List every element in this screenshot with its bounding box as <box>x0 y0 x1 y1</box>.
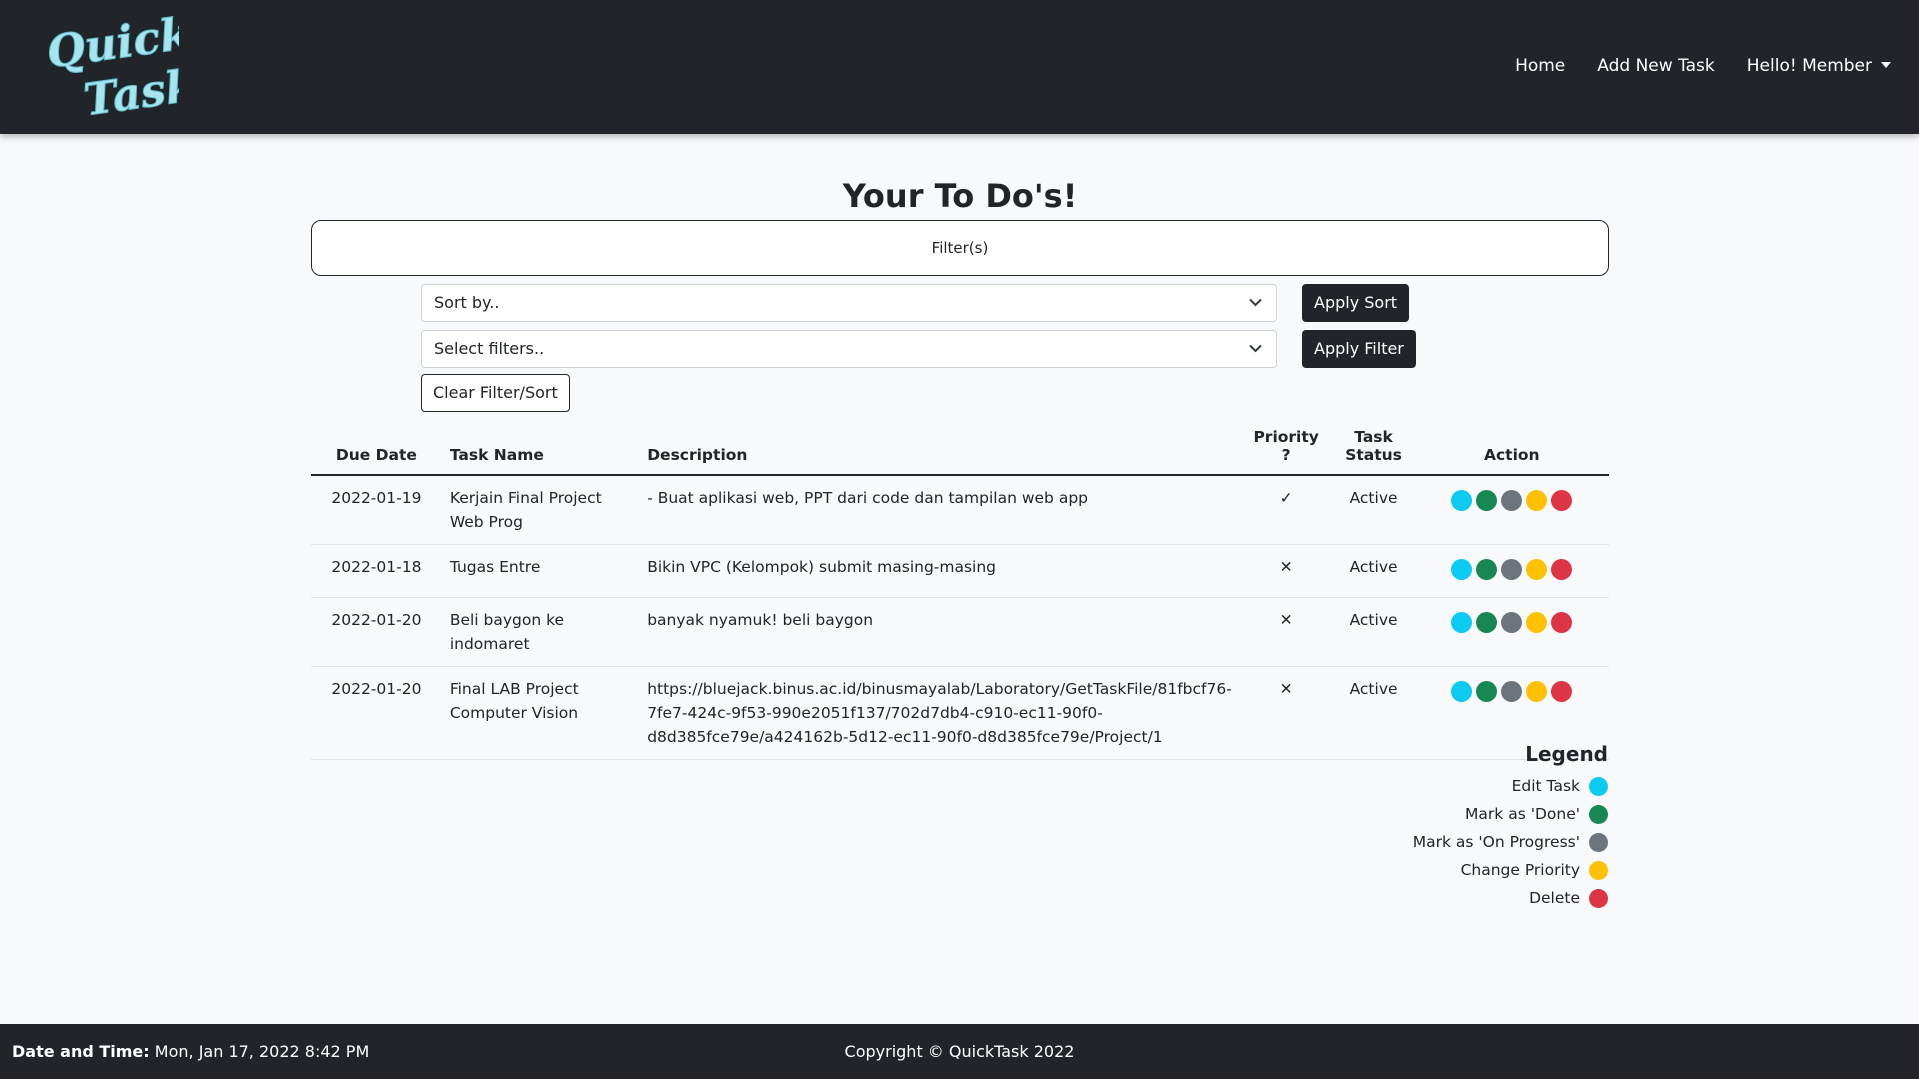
description-cell: - Buat aplikasi web, PPT dari code dan t… <box>639 475 1240 545</box>
legend-color-swatch <box>1589 832 1608 852</box>
mark-on-progress-button[interactable] <box>1501 612 1523 633</box>
mark-on-progress-button[interactable] <box>1501 681 1523 702</box>
mark-done-button[interactable] <box>1476 681 1498 702</box>
legend-title: Legend <box>1525 742 1608 766</box>
table-row: 2022-01-18 Tugas Entre Bikin VPC (Kelomp… <box>311 544 1609 598</box>
header-description: Description <box>639 424 1240 476</box>
filter-toggle-button[interactable]: Filter(s) <box>311 220 1609 276</box>
change-priority-button[interactable] <box>1526 559 1548 580</box>
priority-cell: ✕ <box>1239 597 1333 667</box>
tasks-table: Due Date Task Name Description Priority … <box>311 424 1609 760</box>
due-date-cell: 2022-01-20 <box>311 666 442 760</box>
nav-add-task-link[interactable]: Add New Task <box>1597 56 1715 76</box>
page-title: Your To Do's! <box>842 177 1078 215</box>
action-cell <box>1414 597 1609 667</box>
task-name-cell: Beli baygon ke indomaret <box>441 597 640 667</box>
apply-sort-button[interactable]: Apply Sort <box>1302 284 1410 322</box>
footer: Date and Time: Mon, Jan 17, 2022 8:42 PM… <box>0 1024 1919 1079</box>
header-due-date: Due Date <box>311 424 442 476</box>
legend: Legend Edit Task Mark as 'Done' Mark as 'O… <box>1180 742 1608 912</box>
delete-task-button[interactable] <box>1551 490 1573 511</box>
main-content: Your To Do's! Filter(s) Sort by.. Apply … <box>311 134 1609 760</box>
header-action: Action <box>1414 424 1609 476</box>
mark-on-progress-button[interactable] <box>1501 559 1523 580</box>
legend-item-label: Mark as 'On Progress' <box>1412 833 1580 851</box>
legend-item: Mark as 'Done' <box>1180 800 1608 828</box>
sort-select[interactable]: Sort by.. <box>421 284 1277 322</box>
status-cell: Active <box>1332 475 1415 545</box>
delete-task-button[interactable] <box>1551 612 1573 633</box>
delete-task-button[interactable] <box>1551 681 1573 702</box>
table-header-row: Due Date Task Name Description Priority … <box>311 424 1609 476</box>
legend-color-swatch <box>1589 888 1608 908</box>
due-date-cell: 2022-01-19 <box>311 475 442 545</box>
table-row: 2022-01-20 Beli baygon ke indomaret bany… <box>311 597 1609 667</box>
chevron-down-icon <box>1249 298 1262 307</box>
edit-task-button[interactable] <box>1451 559 1473 580</box>
edit-task-button[interactable] <box>1451 612 1473 633</box>
mark-done-button[interactable] <box>1476 612 1498 633</box>
legend-color-swatch <box>1589 860 1608 880</box>
status-cell: Active <box>1332 597 1415 667</box>
apply-filter-button[interactable]: Apply Filter <box>1302 330 1416 368</box>
filter-select-value: Select filters.. <box>434 339 545 358</box>
mark-on-progress-button[interactable] <box>1501 490 1523 511</box>
priority-cell: ✓ <box>1239 475 1333 545</box>
legend-item: Mark as 'On Progress' <box>1180 828 1608 856</box>
edit-task-button[interactable] <box>1451 490 1473 511</box>
user-menu-dropdown[interactable]: Hello! Member <box>1747 56 1891 76</box>
status-cell: Active <box>1332 544 1415 598</box>
legend-item-label: Edit Task <box>1511 777 1580 795</box>
legend-color-swatch <box>1589 804 1608 824</box>
chevron-down-icon <box>1249 344 1262 353</box>
task-name-cell: Kerjain Final Project Web Prog <box>441 475 640 545</box>
nav-links: Home Add New Task Hello! Member <box>1483 56 1891 76</box>
sort-select-value: Sort by.. <box>434 293 500 312</box>
change-priority-button[interactable] <box>1526 612 1548 633</box>
nav-home-link[interactable]: Home <box>1515 56 1565 76</box>
due-date-cell: 2022-01-18 <box>311 544 442 598</box>
priority-cell: ✕ <box>1239 544 1333 598</box>
legend-item: Change Priority <box>1180 856 1608 884</box>
description-cell: Bikin VPC (Kelompok) submit masing-masin… <box>639 544 1240 598</box>
mark-done-button[interactable] <box>1476 490 1498 511</box>
table-row: 2022-01-19 Kerjain Final Project Web Pro… <box>311 475 1609 545</box>
change-priority-button[interactable] <box>1526 490 1548 511</box>
description-cell: https://bluejack.binus.ac.id/binusmayala… <box>639 666 1240 760</box>
action-cell <box>1414 475 1609 545</box>
mark-done-button[interactable] <box>1476 559 1498 580</box>
filter-select[interactable]: Select filters.. <box>421 330 1277 368</box>
task-name-cell: Final LAB Project Computer Vision <box>441 666 640 760</box>
header-task-status: Task Status <box>1332 424 1415 476</box>
quicktask-logo[interactable]: Quick Task <box>43 8 200 127</box>
delete-task-button[interactable] <box>1551 559 1573 580</box>
clear-filter-sort-button[interactable]: Clear Filter/Sort <box>421 374 570 412</box>
legend-item: Delete <box>1180 884 1608 912</box>
legend-item-label: Change Priority <box>1460 861 1580 879</box>
copyright: Copyright © QuickTask 2022 <box>844 1042 1075 1061</box>
navbar: Quick Task Home Add New Task Hello! Memb… <box>0 0 1919 134</box>
change-priority-button[interactable] <box>1526 681 1548 702</box>
action-cell <box>1414 544 1609 598</box>
header-priority: Priority ? <box>1239 424 1333 476</box>
edit-task-button[interactable] <box>1451 681 1473 702</box>
due-date-cell: 2022-01-20 <box>311 597 442 667</box>
legend-item-label: Delete <box>1529 889 1580 907</box>
legend-item-label: Mark as 'Done' <box>1465 805 1580 823</box>
header-task-name: Task Name <box>441 424 640 476</box>
legend-item: Edit Task <box>1180 772 1608 800</box>
caret-down-icon <box>1881 62 1891 68</box>
user-menu-label: Hello! Member <box>1746 56 1872 76</box>
description-cell: banyak nyamuk! beli baygon <box>639 597 1240 667</box>
task-name-cell: Tugas Entre <box>441 544 640 598</box>
legend-color-swatch <box>1589 776 1608 796</box>
